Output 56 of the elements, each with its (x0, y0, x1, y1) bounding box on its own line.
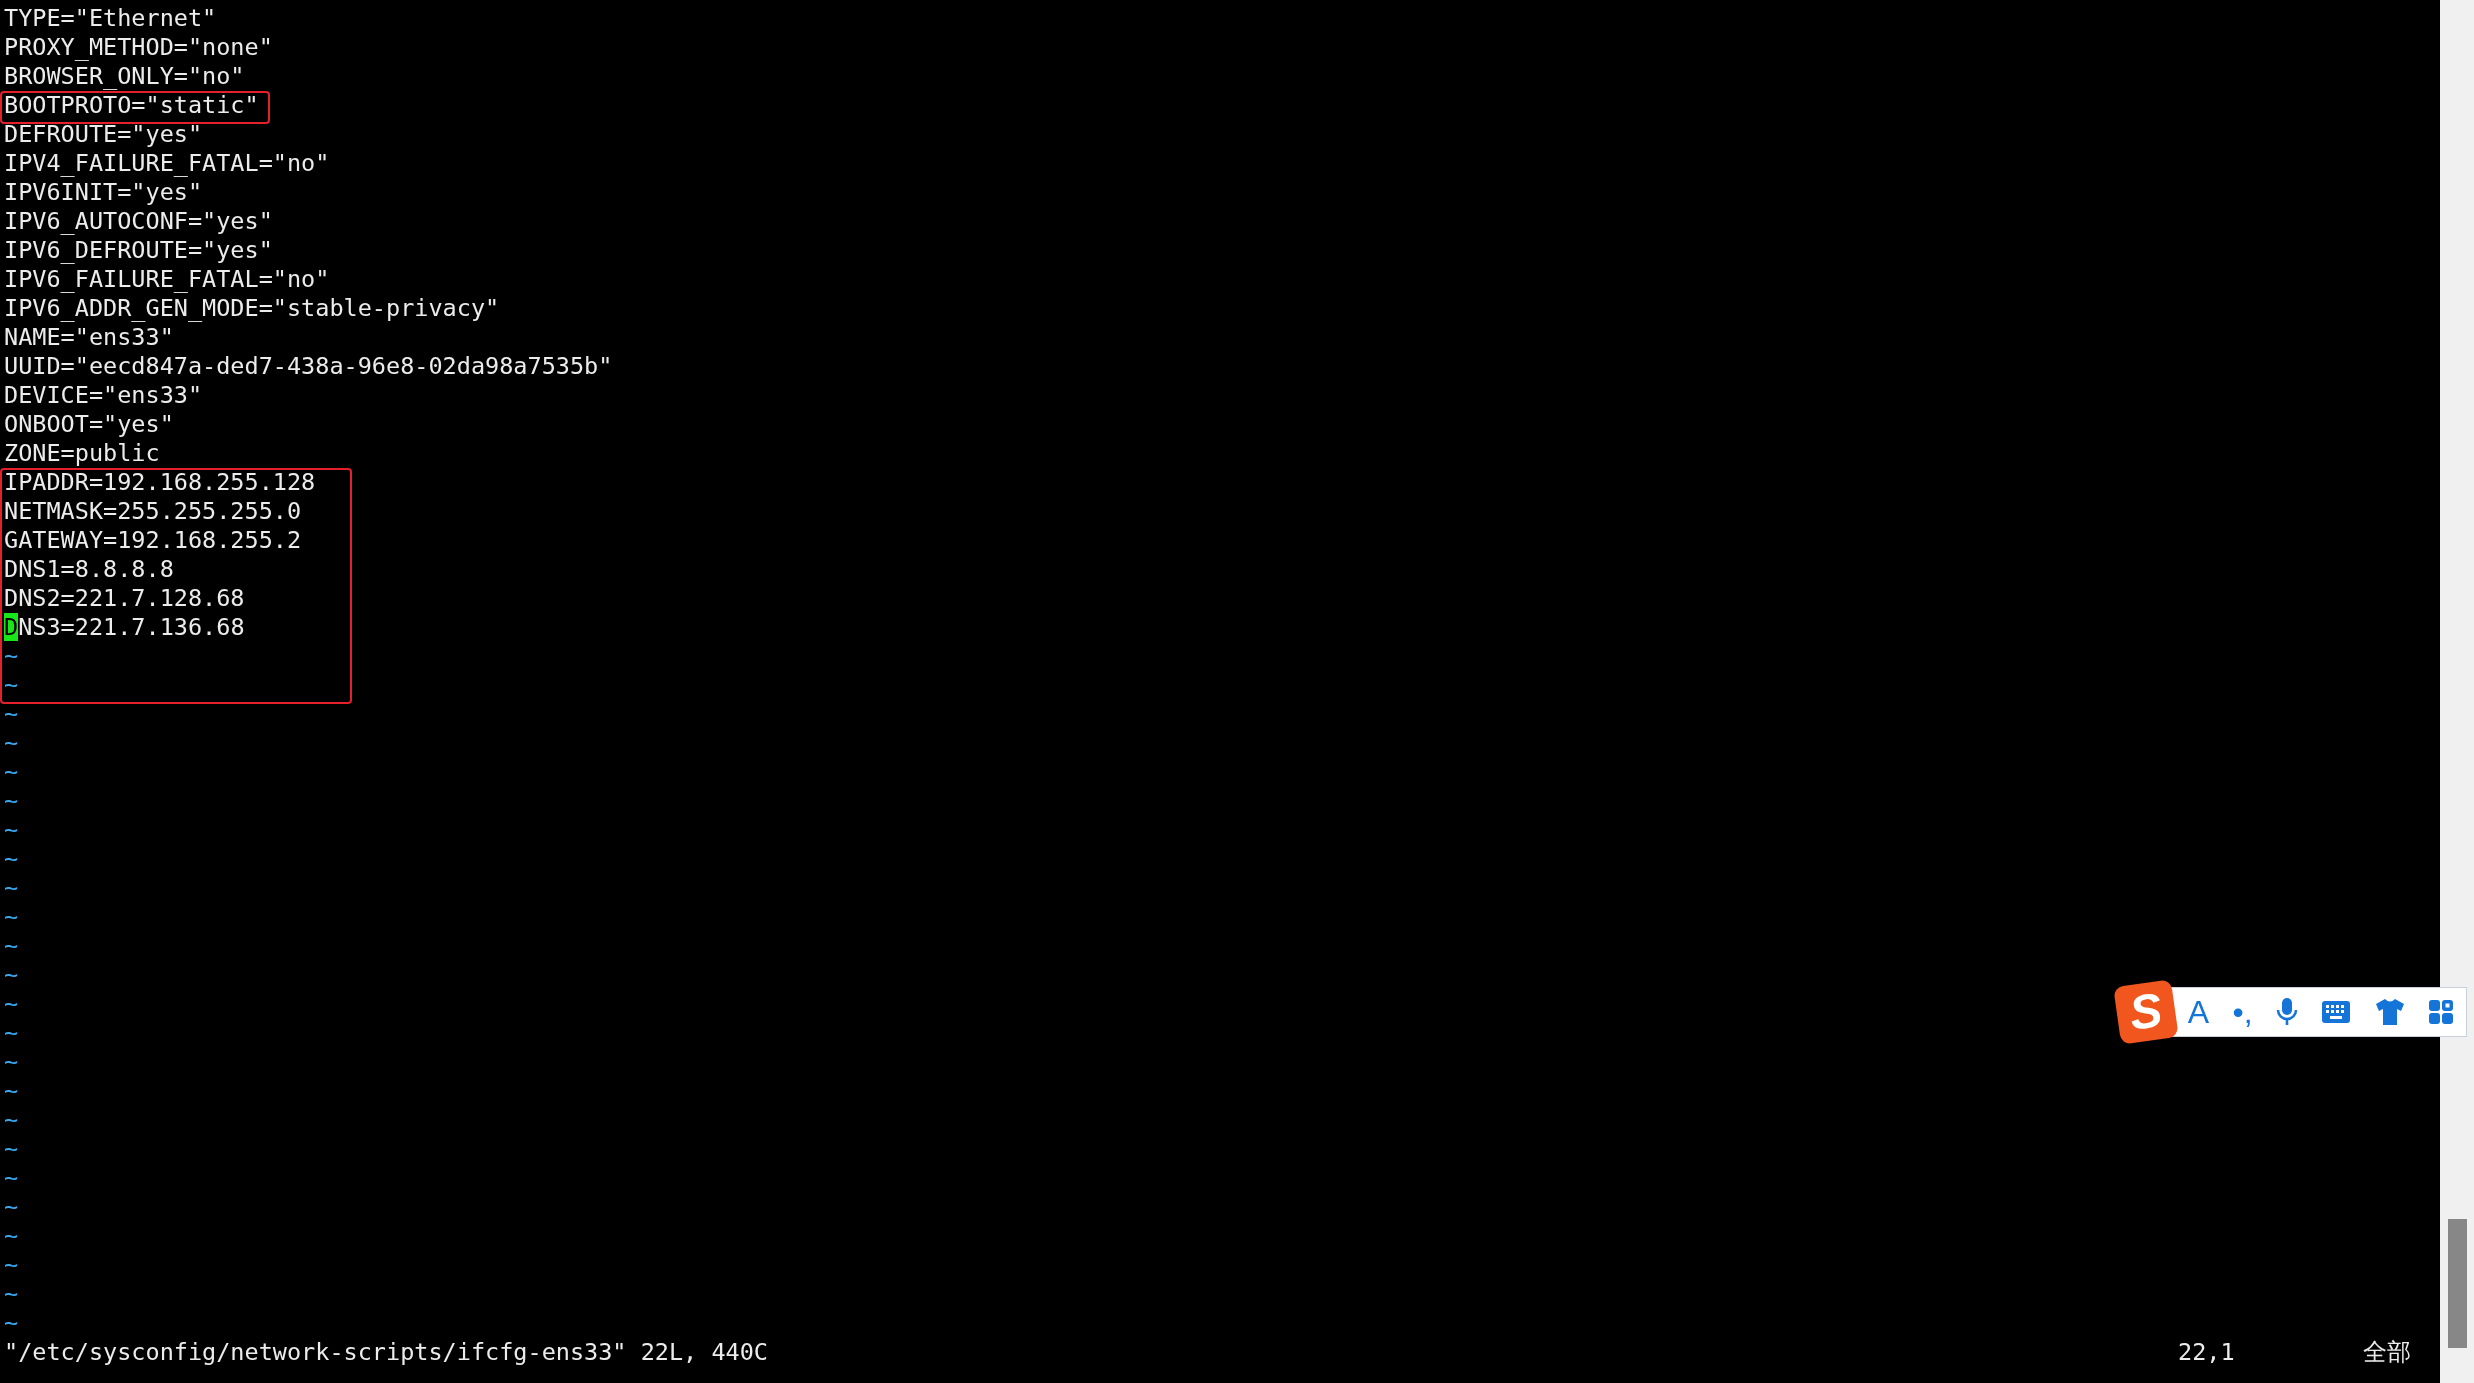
code-line: ONBOOT="yes" (4, 410, 174, 438)
code-line: PROXY_METHOD="none" (4, 33, 273, 61)
status-message: "/etc/sysconfig/network-scripts/ifcfg-ens33" 22L, 440C (4, 1338, 768, 1367)
code-line: UUID="eecd847a-ded7-438a-96e8-02da98a7535b" (4, 352, 613, 380)
empty-line-marker: ~ (4, 787, 19, 815)
empty-line-marker: ~ (4, 1251, 19, 1279)
empty-line-marker: ~ (4, 1280, 19, 1308)
keyboard-icon[interactable] (2321, 1000, 2352, 1024)
code-line: NETMASK=255.255.255.0 (4, 497, 302, 525)
code-line: DNS3=221.7.136.68 (4, 613, 245, 641)
empty-line-marker: ~ (4, 1164, 19, 1192)
code-line: DEFROUTE="yes" (4, 120, 203, 148)
empty-line-marker: ~ (4, 932, 19, 960)
code-line: IPV6INIT="yes" (4, 178, 203, 206)
scrollbar-thumb[interactable] (2448, 1219, 2467, 1348)
empty-line-marker: ~ (4, 961, 19, 989)
code-line: IPADDR=192.168.255.128 (4, 468, 316, 496)
code-line: DNS2=221.7.128.68 (4, 584, 245, 612)
code-line: BOOTPROTO="static" (4, 91, 259, 119)
code-line: TYPE="Ethernet" (4, 4, 217, 32)
code-line: IPV6_DEFROUTE="yes" (4, 236, 273, 264)
code-line: IPV6_FAILURE_FATAL="no" (4, 265, 330, 293)
empty-line-marker: ~ (4, 990, 19, 1018)
code-line: IPV6_AUTOCONF="yes" (4, 207, 273, 235)
code-line: DEVICE="ens33" (4, 381, 203, 409)
scroll-position: 全部 (2363, 1338, 2411, 1367)
toolbar-toggle[interactable]: A (2187, 996, 2210, 1028)
code-line: ZONE=public (4, 439, 160, 467)
empty-line-marker: ~ (4, 1106, 19, 1134)
code-line: IPV4_FAILURE_FATAL="no" (4, 149, 330, 177)
grid-icon[interactable] (2428, 999, 2455, 1025)
empty-line-marker: ~ (4, 758, 19, 786)
empty-line-marker: ~ (4, 1019, 19, 1047)
code-line: IPV6_ADDR_GEN_MODE="stable-privacy" (4, 294, 500, 322)
empty-line-marker: ~ (4, 1193, 19, 1221)
empty-line-marker: ~ (4, 1309, 19, 1337)
empty-line-marker: ~ (4, 903, 19, 931)
code-line: DNS1=8.8.8.8 (4, 555, 174, 583)
empty-line-marker: ~ (4, 671, 19, 699)
code-line: NAME="ens33" (4, 323, 174, 351)
empty-line-marker: ~ (4, 1135, 19, 1163)
empty-line-marker: ~ (4, 874, 19, 902)
code-line: BROWSER_ONLY="no" (4, 62, 245, 90)
empty-line-marker: ~ (4, 845, 19, 873)
shirt-icon[interactable] (2374, 998, 2405, 1026)
empty-line-marker: ~ (4, 729, 19, 757)
microphone-icon[interactable] (2276, 997, 2298, 1027)
toolbar-toggle[interactable]: •, (2232, 996, 2253, 1028)
empty-line-marker: ~ (4, 1048, 19, 1076)
code-line: GATEWAY=192.168.255.2 (4, 526, 302, 554)
empty-line-marker: ~ (4, 700, 19, 728)
empty-line-marker: ~ (4, 642, 19, 670)
empty-line-marker: ~ (4, 1077, 19, 1105)
empty-line-marker: ~ (4, 1222, 19, 1250)
empty-line-marker: ~ (4, 816, 19, 844)
cursor-position: 22,1 (2178, 1338, 2236, 1367)
